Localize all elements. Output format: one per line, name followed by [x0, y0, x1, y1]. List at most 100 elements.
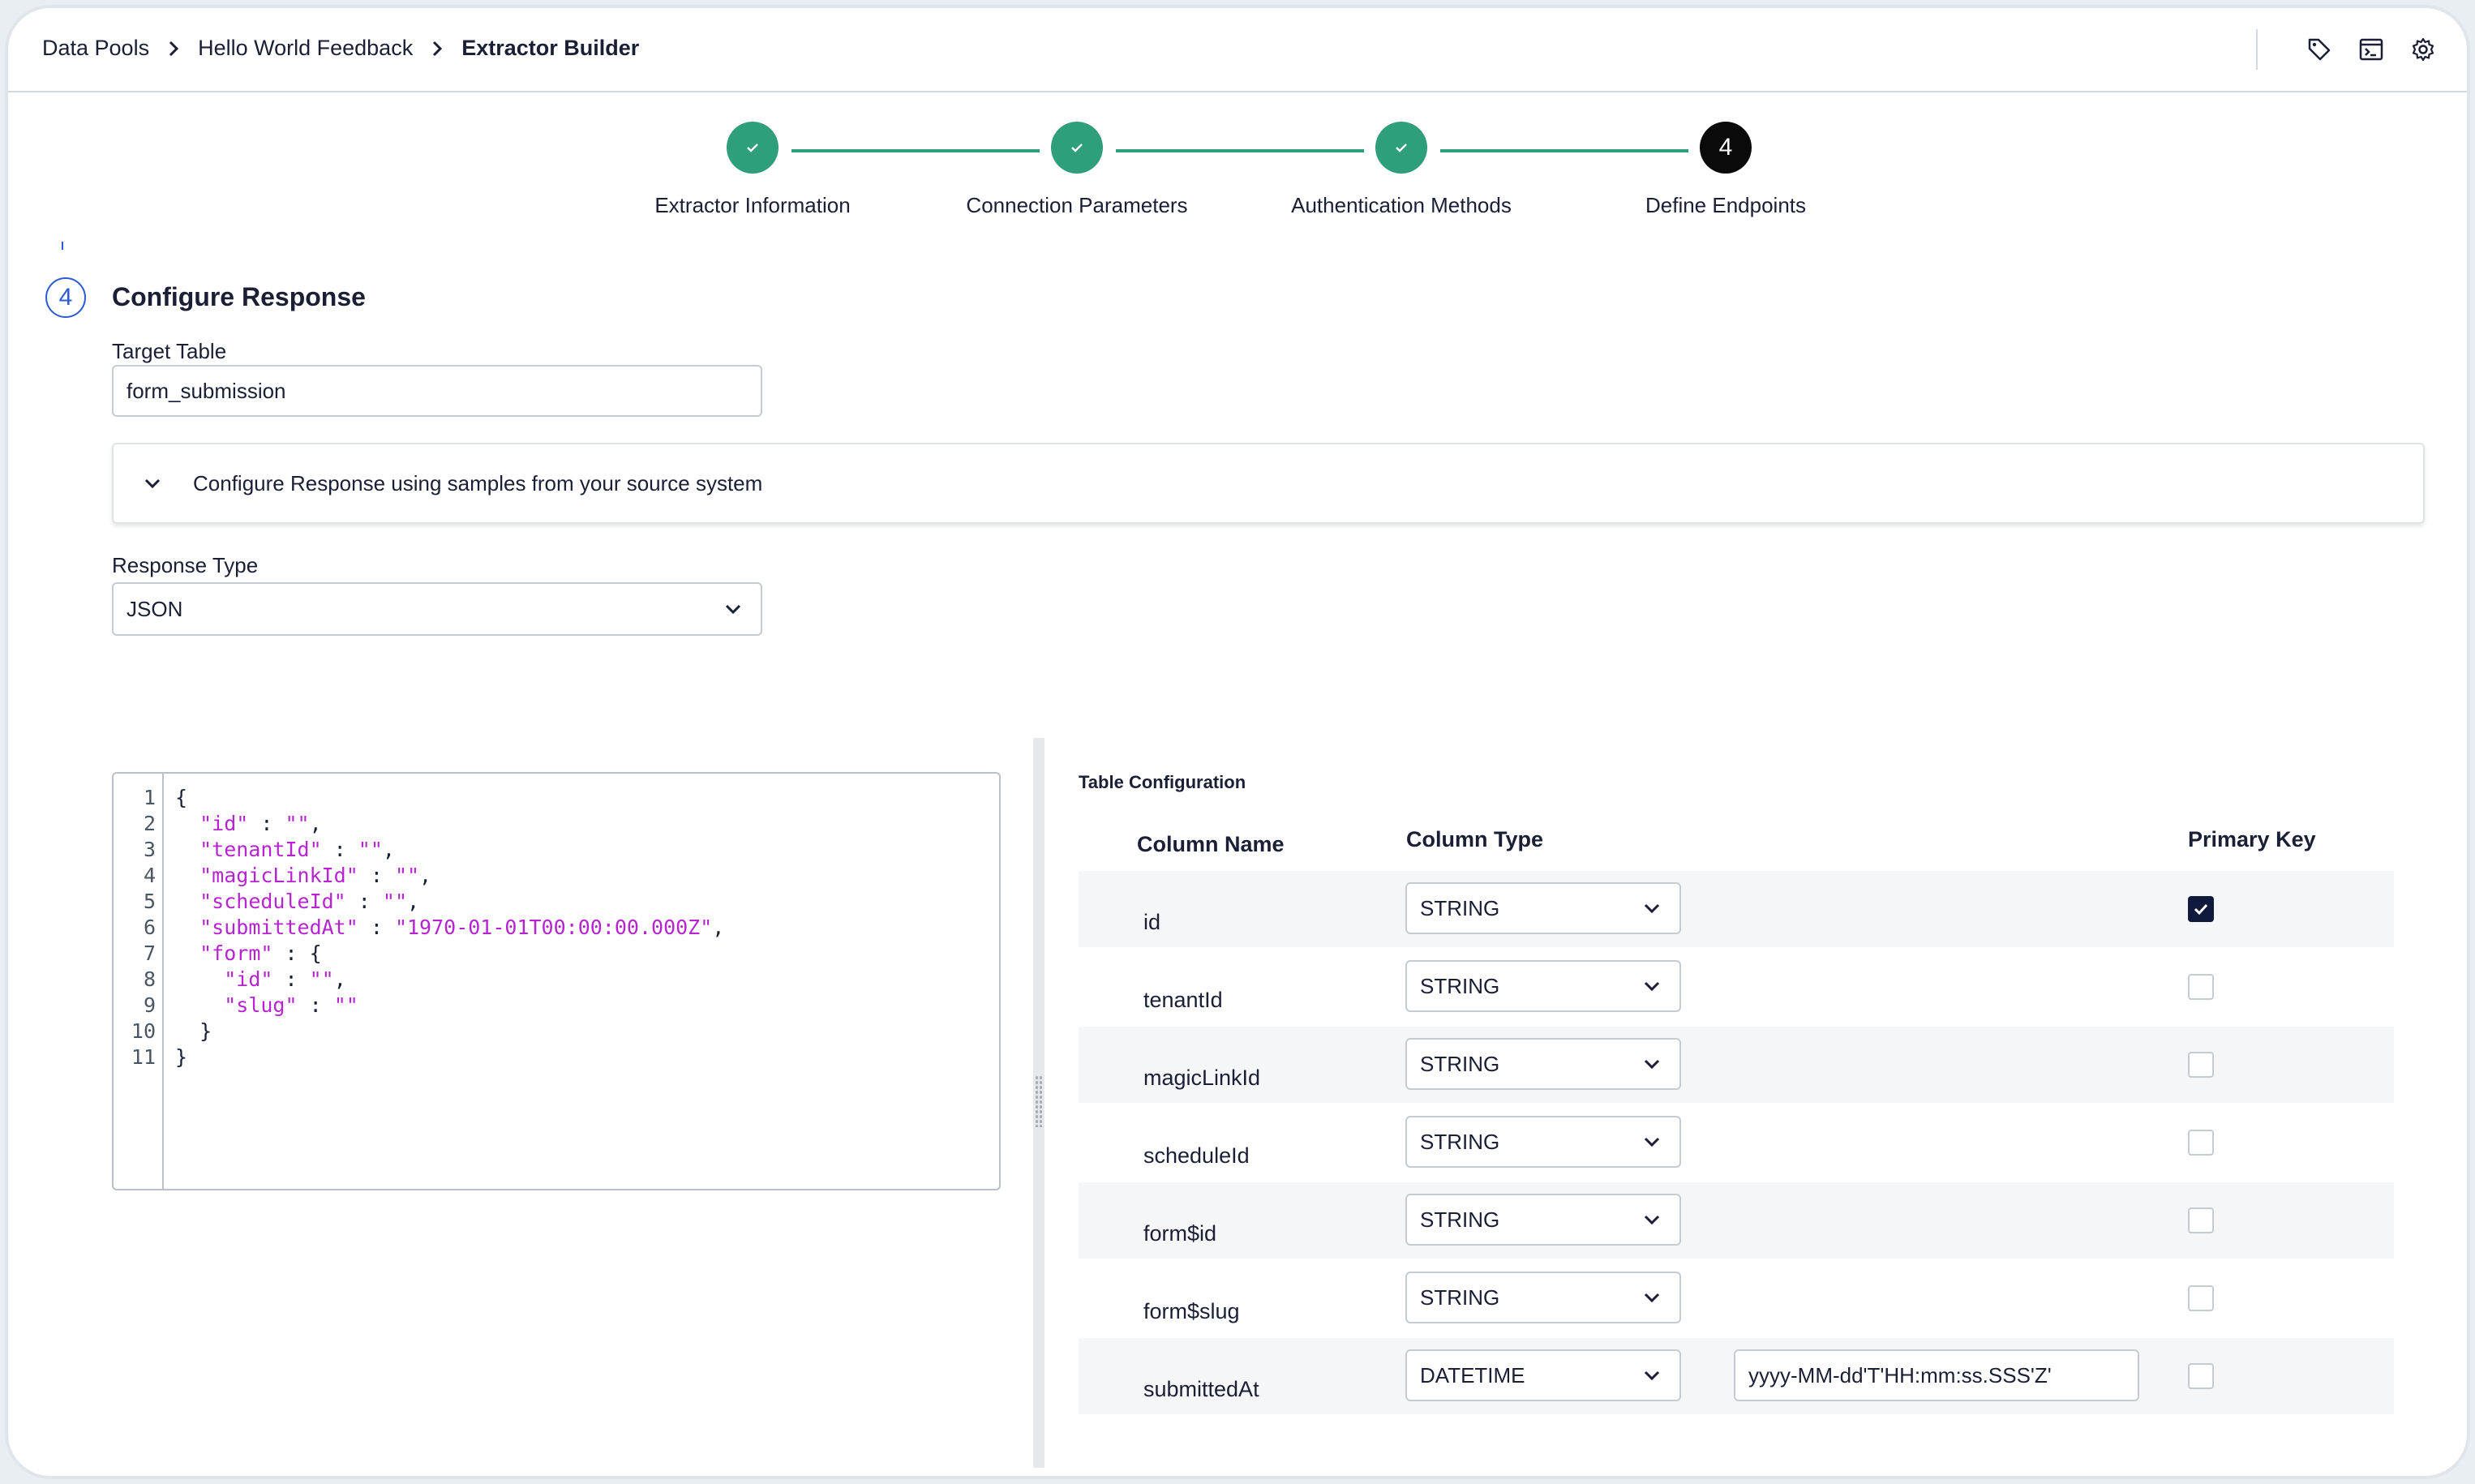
column-type-select[interactable]: DATETIME: [1405, 1349, 1681, 1401]
line-number: 2: [143, 812, 156, 835]
step-label: Authentication Methods: [1291, 193, 1512, 217]
code-line: "submittedAt" : "1970-01-01T00:00:00.000…: [199, 916, 725, 939]
line-number: 6: [143, 916, 156, 939]
column-type-value: STRING: [1420, 1129, 1500, 1154]
line-number: 5: [143, 890, 156, 913]
primary-key-header: Primary Key: [2188, 827, 2316, 851]
primary-key-checkbox[interactable]: [2188, 1052, 2214, 1078]
response-type-select[interactable]: JSON: [112, 582, 762, 636]
code-line: "magicLinkId" : "",: [199, 864, 432, 887]
drag-handle-icon[interactable]: [1035, 1075, 1043, 1127]
code-area[interactable]: { "id" : "", "tenantId" : "", "magicLink…: [175, 785, 724, 1070]
primary-key-checkbox[interactable]: [2188, 974, 2214, 1000]
table-row: scheduleId STRING: [1079, 1104, 2394, 1181]
section-marker: [62, 242, 63, 250]
line-number: 8: [143, 967, 156, 991]
column-type-header: Column Type: [1406, 827, 1544, 851]
chevron-down-icon: [1636, 970, 1668, 1002]
primary-key-checkbox[interactable]: [2188, 1207, 2214, 1233]
response-type-label: Response Type: [112, 553, 259, 577]
line-number: 11: [131, 1045, 156, 1069]
line-number: 1: [143, 786, 156, 809]
gear-icon[interactable]: [2404, 30, 2443, 69]
section-number: 4: [45, 277, 86, 318]
step-extractor-information[interactable]: Extractor Information: [607, 122, 899, 218]
code-line: }: [175, 1019, 212, 1043]
step-label: Connection Parameters: [966, 193, 1188, 217]
step-connection-parameters[interactable]: Connection Parameters: [931, 122, 1223, 218]
code-line: "slug" : "": [224, 993, 358, 1017]
top-toolbar: [2256, 29, 2443, 70]
column-name-cell: magicLinkId: [1143, 1066, 1261, 1090]
terminal-icon[interactable]: [2352, 30, 2391, 69]
breadcrumb-data-pools[interactable]: Data Pools: [42, 36, 149, 61]
column-type-value: STRING: [1420, 973, 1500, 998]
column-name-cell: submittedAt: [1143, 1377, 1259, 1401]
column-type-select[interactable]: STRING: [1405, 960, 1681, 1012]
column-type-select[interactable]: STRING: [1405, 1116, 1681, 1168]
breadcrumb: Data Pools Hello World Feedback Extracto…: [42, 36, 639, 61]
code-line: "scheduleId" : "",: [199, 890, 420, 913]
column-type-select[interactable]: STRING: [1405, 882, 1681, 934]
table-row: magicLinkId STRING: [1079, 1027, 2394, 1103]
column-type-select[interactable]: STRING: [1405, 1038, 1681, 1090]
column-type-value: STRING: [1420, 1285, 1500, 1310]
code-line: "form" : {: [199, 941, 322, 965]
line-number: 7: [143, 941, 156, 965]
primary-key-checkbox[interactable]: [2188, 1285, 2214, 1311]
column-type-value: DATETIME: [1420, 1362, 1525, 1387]
tag-icon[interactable]: [2300, 30, 2339, 69]
code-line: {: [175, 786, 188, 809]
primary-key-checkbox[interactable]: [2188, 1363, 2214, 1389]
column-type-value: STRING: [1420, 1051, 1500, 1076]
step-authentication-methods[interactable]: Authentication Methods: [1255, 122, 1547, 218]
check-icon: [1051, 122, 1103, 174]
column-type-select[interactable]: STRING: [1405, 1194, 1681, 1246]
json-sample-editor[interactable]: 1 2 3 4 5 6 7 8 9 10 11 { "id" : "", "tenantId" : …: [112, 772, 1001, 1190]
column-name-cell: tenantId: [1143, 988, 1223, 1012]
table-row: form$id STRING: [1079, 1182, 2394, 1259]
primary-key-checkbox[interactable]: [2188, 896, 2214, 922]
column-name-cell: form$slug: [1143, 1299, 1240, 1323]
code-line: "id" : "",: [199, 812, 322, 835]
table-row: tenantId STRING: [1079, 949, 2394, 1025]
check-icon: [2194, 903, 2208, 916]
primary-key-checkbox[interactable]: [2188, 1130, 2214, 1156]
step-number: 4: [1700, 122, 1752, 174]
breadcrumb-hello-world-feedback[interactable]: Hello World Feedback: [198, 36, 413, 61]
code-line: "id" : "",: [224, 967, 346, 991]
table-row: id STRING: [1079, 871, 2394, 947]
column-name-cell: scheduleId: [1143, 1143, 1250, 1168]
accordion-label: Configure Response using samples from yo…: [193, 470, 763, 495]
check-icon: [1375, 122, 1427, 174]
column-type-value: STRING: [1420, 895, 1500, 920]
sample-response-accordion[interactable]: Configure Response using samples from yo…: [112, 443, 2425, 524]
step-label: Define Endpoints: [1645, 193, 1807, 217]
table-row: submittedAt DATETIME yyyy-MM-dd'T'HH:mm:ss…: [1079, 1338, 2394, 1414]
chevron-down-icon: [1636, 892, 1668, 924]
target-table-label: Target Table: [112, 339, 227, 363]
line-number: 9: [143, 993, 156, 1017]
response-type-value: JSON: [127, 596, 183, 621]
chevron-down-icon: [1636, 1126, 1668, 1158]
column-name-header: Column Name: [1137, 832, 1285, 856]
chevron-right-icon: [413, 36, 461, 61]
step-define-endpoints[interactable]: 4 Define Endpoints: [1580, 122, 1872, 218]
line-number: 10: [131, 1019, 156, 1043]
target-table-input[interactable]: form_submission: [112, 365, 762, 417]
chevron-right-icon: [149, 36, 198, 61]
section-title: Configure Response: [112, 282, 366, 311]
chevron-down-icon: [1636, 1359, 1668, 1392]
table-row: form$slug STRING: [1079, 1260, 2394, 1336]
line-number: 4: [143, 864, 156, 887]
line-number: 3: [143, 838, 156, 861]
divider: [2256, 29, 2258, 70]
step-label: Extractor Information: [654, 193, 851, 217]
column-type-select[interactable]: STRING: [1405, 1272, 1681, 1323]
line-number-gutter: 1 2 3 4 5 6 7 8 9 10 11: [114, 774, 164, 1189]
code-line: "tenantId" : "",: [199, 838, 395, 861]
top-bar: Data Pools Hello World Feedback Extracto…: [8, 8, 2467, 92]
chevron-down-icon: [1636, 1048, 1668, 1080]
datetime-format-input[interactable]: yyyy-MM-dd'T'HH:mm:ss.SSS'Z': [1734, 1349, 2139, 1401]
app-window: Data Pools Hello World Feedback Extracto…: [5, 5, 2470, 1479]
